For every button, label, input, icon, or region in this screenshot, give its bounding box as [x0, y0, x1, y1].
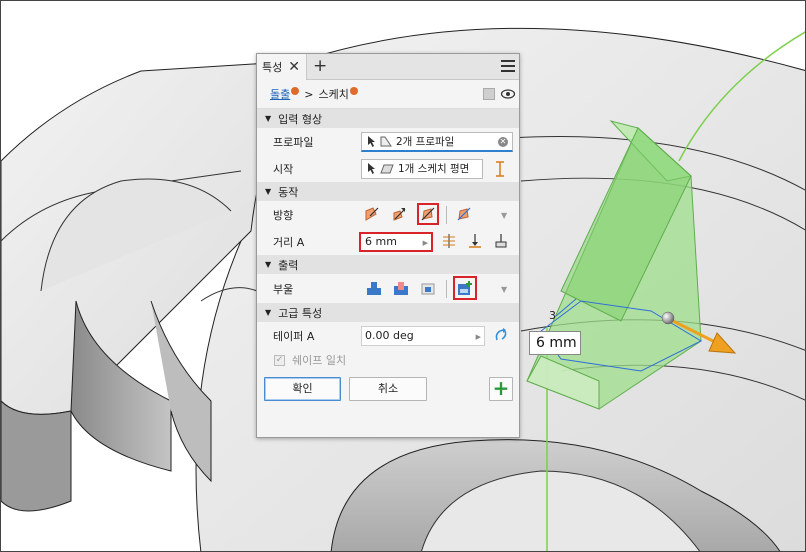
through-all-icon[interactable]: [441, 233, 457, 249]
collapse-triangle-icon: ▼: [265, 114, 272, 123]
offset-start-icon[interactable]: [494, 161, 506, 177]
direction-default-button[interactable]: [361, 203, 383, 225]
cut-icon: [394, 282, 408, 295]
taper-label: 테이퍼 A: [273, 329, 315, 343]
to-face-icon[interactable]: [467, 233, 483, 249]
join-icon: [367, 282, 381, 295]
start-label: 시작: [273, 162, 294, 176]
section-output[interactable]: ▼ 출력: [257, 255, 519, 274]
join-button[interactable]: [363, 277, 385, 299]
direction-symmetric-button[interactable]: [417, 203, 439, 225]
direction-flipped-icon: [393, 208, 406, 221]
taper-input[interactable]: 0.00 deg ▶: [361, 325, 485, 346]
profile-selector[interactable]: 2개 프로파일 ✕: [361, 131, 513, 152]
breadcrumb-parent-link[interactable]: 돌출: [270, 86, 290, 102]
menu-icon[interactable]: [501, 60, 515, 72]
breadcrumb-current: 스케치: [318, 88, 349, 101]
panel-tabbar: 특성 ✕ +: [257, 54, 519, 80]
start-selector[interactable]: 1개 스케치 평면: [361, 158, 483, 179]
section-title: 출력: [278, 258, 299, 272]
intersect-icon: [421, 283, 435, 295]
feature-status-icon: [291, 87, 300, 95]
breadcrumb-separator: >: [304, 87, 314, 101]
apply-button[interactable]: +: [489, 377, 513, 401]
direction-symmetric-icon: [421, 207, 435, 221]
distance-dimension-label[interactable]: 6 mm: [529, 331, 581, 355]
profile-value: 2개 프로파일: [396, 135, 455, 148]
profile-shape-icon: [380, 136, 392, 146]
sketch-status-icon: [349, 87, 358, 95]
distance-label: 거리 A: [273, 235, 305, 249]
direction-label: 방향: [273, 208, 294, 222]
dropdown-arrow-icon[interactable]: ▼: [501, 211, 507, 220]
dropdown-arrow-icon[interactable]: ▼: [501, 285, 507, 294]
cut-button[interactable]: [390, 277, 412, 299]
separator: [446, 206, 447, 224]
match-shape-row: ✓ 쉐이프 일치: [257, 349, 519, 371]
direction-flipped-button[interactable]: [388, 203, 410, 225]
breadcrumb: 돌출 > 스케치: [257, 80, 519, 109]
close-icon[interactable]: ✕: [288, 60, 300, 74]
intersect-button[interactable]: [417, 277, 439, 299]
section-title: 고급 특성: [278, 306, 323, 320]
section-title: 입력 형상: [278, 112, 323, 126]
profile-label: 프로파일: [273, 135, 314, 149]
visibility-eye-icon[interactable]: [501, 89, 515, 99]
cancel-button[interactable]: 취소: [349, 377, 427, 401]
tab-label: 특성: [262, 61, 283, 74]
sketch-plane-icon: [380, 164, 394, 173]
taper-value: 0.00 deg: [365, 328, 414, 342]
cursor-arrow-icon: [368, 135, 375, 147]
collapse-triangle-icon: ▼: [265, 308, 272, 317]
section-input-geometry[interactable]: ▼ 입력 형상: [257, 109, 519, 128]
match-shape-label: 쉐이프 일치: [292, 354, 347, 367]
button-bar: 확인 취소 +: [257, 371, 519, 407]
new-solid-icon: [458, 281, 472, 295]
boolean-label: 부울: [273, 282, 294, 296]
view-cube-icon[interactable]: [483, 88, 495, 100]
collapse-triangle-icon: ▼: [265, 187, 272, 196]
flip-taper-icon[interactable]: [494, 328, 508, 342]
clear-selection-icon[interactable]: ✕: [498, 136, 508, 147]
start-row: 시작 1개 스케치 평면: [257, 155, 519, 182]
start-value: 1개 스케치 평면: [398, 163, 470, 175]
distance-input[interactable]: 6 mm ▶: [359, 231, 433, 252]
add-tab-icon[interactable]: +: [313, 57, 327, 75]
collapse-triangle-icon: ▼: [265, 260, 272, 269]
distance-value: 6 mm: [365, 234, 397, 248]
direction-asymmetric-icon: [457, 207, 471, 221]
distance-row: 거리 A 6 mm ▶: [257, 228, 519, 255]
match-shape-checkbox[interactable]: ✓: [274, 354, 285, 366]
separator: [446, 280, 447, 298]
small-dimension: 3: [549, 309, 556, 322]
section-advanced[interactable]: ▼ 고급 특성: [257, 303, 519, 322]
to-next-icon[interactable]: [493, 233, 509, 249]
tab-properties[interactable]: 특성 ✕: [257, 54, 307, 80]
boolean-row: 부울 ▼: [257, 274, 519, 303]
flyout-arrow-icon[interactable]: ▶: [476, 328, 481, 346]
direction-asymmetric-button[interactable]: [453, 203, 475, 225]
properties-panel: 특성 ✕ + 돌출 > 스케치 ▼ 입력 형상 프로파일 2개 프로파일 ✕ 시작…: [256, 53, 520, 438]
profile-row: 프로파일 2개 프로파일 ✕: [257, 128, 519, 155]
flyout-arrow-icon[interactable]: ▶: [423, 235, 428, 251]
section-title: 동작: [278, 185, 299, 199]
taper-row: 테이퍼 A 0.00 deg ▶: [257, 322, 519, 349]
ok-button[interactable]: 확인: [264, 377, 341, 401]
cursor-arrow-icon: [368, 163, 375, 174]
section-behavior[interactable]: ▼ 동작: [257, 182, 519, 201]
direction-row: 방향 ▼: [257, 201, 519, 228]
new-solid-button[interactable]: [453, 276, 477, 300]
direction-default-icon: [365, 207, 379, 221]
